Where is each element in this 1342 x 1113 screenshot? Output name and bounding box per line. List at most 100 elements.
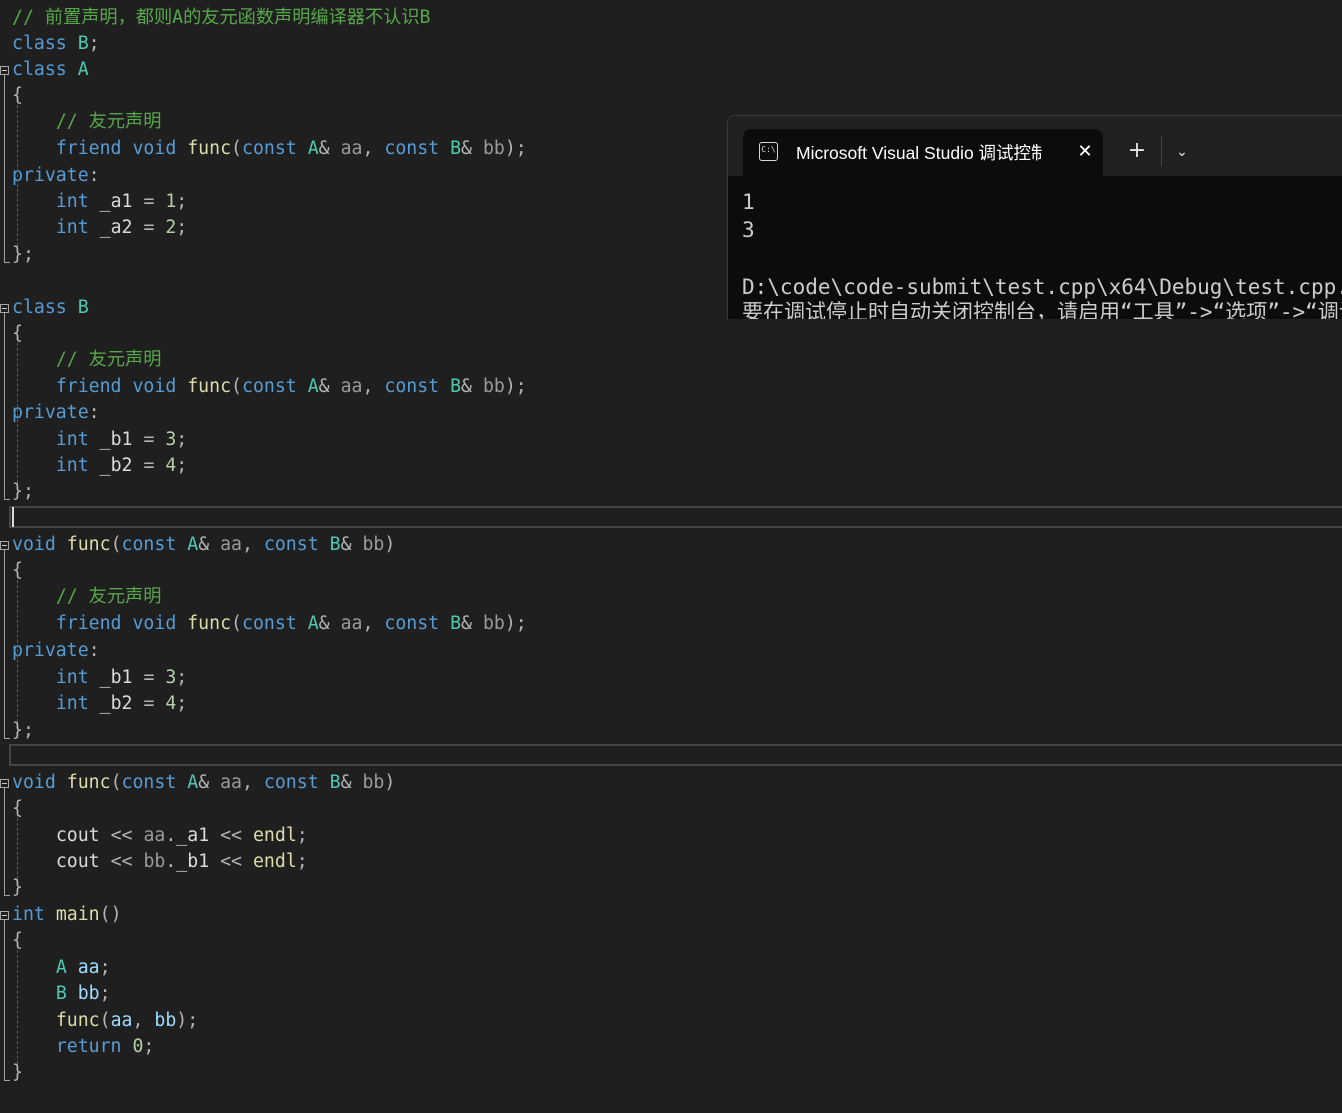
- code-line[interactable]: private:: [12, 638, 100, 664]
- close-icon[interactable]: ✕: [1073, 140, 1097, 164]
- code-token-kw: class: [12, 59, 67, 80]
- code-line[interactable]: class B;: [12, 31, 100, 57]
- collapse-icon[interactable]: [0, 66, 9, 75]
- code-line[interactable]: B bb;: [12, 981, 111, 1007]
- code-token-comment: // 友元声明: [55, 586, 162, 607]
- code-line[interactable]: int _a2 = 2;: [12, 215, 187, 241]
- code-line[interactable]: int _a1 = 1;: [12, 189, 187, 215]
- code-line[interactable]: cout << aa._a1 << endl;: [12, 823, 308, 849]
- code-line[interactable]: };: [12, 242, 34, 268]
- code-token-var: cout: [55, 851, 100, 872]
- code-token-punc: );: [504, 376, 527, 397]
- code-token-kw: const: [263, 534, 319, 555]
- console-titlebar[interactable]: C:\ Microsoft Visual Studio 调试控制台 ✕ + ⌄: [728, 116, 1342, 176]
- code-token-punc: ;: [99, 983, 111, 1004]
- code-token-punc: ;: [176, 429, 188, 450]
- code-line[interactable]: int _b1 = 3;: [12, 427, 187, 453]
- console-window[interactable]: C:\ Microsoft Visual Studio 调试控制台 ✕ + ⌄ …: [727, 115, 1342, 319]
- code-line[interactable]: return 0;: [12, 1034, 155, 1060]
- code-token-punc: (: [110, 534, 122, 555]
- code-line[interactable]: // 友元声明: [12, 347, 162, 373]
- code-line[interactable]: };: [12, 718, 34, 744]
- chevron-down-icon[interactable]: ⌄: [1170, 140, 1194, 164]
- code-token-kw: int: [55, 429, 89, 450]
- code-token-punc: (: [231, 376, 242, 397]
- code-token-type: A: [307, 138, 319, 159]
- code-token-punc: ,: [132, 1010, 144, 1031]
- code-token-param: bb: [482, 138, 505, 159]
- code-token-local: bb: [154, 1010, 177, 1031]
- code-line[interactable]: A aa;: [12, 955, 111, 981]
- code-token-punc: &: [198, 772, 210, 793]
- collapse-icon[interactable]: [0, 779, 9, 788]
- collapse-icon[interactable]: [0, 541, 9, 550]
- code-token-punc: &: [318, 376, 330, 397]
- code-token-type: A: [55, 957, 67, 978]
- code-line[interactable]: // 前置声明，都则A的友元函数声明编译器不认识B: [12, 5, 431, 31]
- code-line[interactable]: int _b2 = 4;: [12, 453, 187, 479]
- code-token-punc: ;: [296, 851, 308, 872]
- code-line[interactable]: };: [12, 479, 34, 505]
- code-token-punc: ;: [176, 217, 188, 238]
- code-line[interactable]: // 友元声明: [12, 584, 162, 610]
- code-line[interactable]: private:: [12, 400, 100, 426]
- code-token-num: 3: [165, 429, 177, 450]
- code-token-kw: const: [121, 534, 177, 555]
- code-token-op: =: [143, 191, 155, 212]
- code-token-kw: const: [263, 772, 319, 793]
- code-token-punc: ;: [88, 33, 100, 54]
- collapse-icon[interactable]: [0, 304, 9, 313]
- code-line[interactable]: class B: [12, 295, 89, 321]
- code-line[interactable]: friend void func(const A& aa, const B& b…: [12, 611, 527, 637]
- code-token-punc: &: [461, 138, 472, 159]
- code-token-field: _b2: [99, 455, 133, 476]
- code-token-punc: };: [12, 244, 34, 265]
- code-token-punc: );: [176, 1010, 199, 1031]
- code-line[interactable]: friend void func(const A& aa, const B& b…: [12, 136, 527, 162]
- code-line[interactable]: class A: [12, 57, 89, 83]
- code-token-kw: friend: [55, 138, 122, 159]
- code-line[interactable]: func(aa, bb);: [12, 1008, 198, 1034]
- outline-line: [4, 75, 5, 262]
- code-token-kw: return: [55, 1036, 122, 1057]
- code-token-kw: void: [132, 376, 177, 397]
- code-line[interactable]: void func(const A& aa, const B& bb): [12, 532, 395, 558]
- code-token-fn: endl: [252, 851, 297, 872]
- code-token-kw: private: [12, 640, 89, 661]
- code-line[interactable]: cout << bb._b1 << endl;: [12, 849, 308, 875]
- collapse-icon[interactable]: [0, 911, 9, 920]
- code-line[interactable]: friend void func(const A& aa, const B& b…: [12, 374, 527, 400]
- code-line[interactable]: int main(): [12, 902, 122, 928]
- code-line[interactable]: private:: [12, 163, 100, 189]
- code-line[interactable]: void func(const A& aa, const B& bb): [12, 770, 395, 796]
- code-token-type: A: [77, 59, 89, 80]
- console-output-line: 要在调试停止时自动关闭控制台，请启用“工具”->“选项”->“调试”->“调试停…: [742, 300, 1342, 319]
- code-token-punc: &: [340, 772, 352, 793]
- new-tab-button[interactable]: +: [1124, 138, 1150, 164]
- code-line[interactable]: int _b2 = 4;: [12, 691, 187, 717]
- code-token-kw: int: [55, 667, 89, 688]
- code-line[interactable]: int _b1 = 3;: [12, 665, 187, 691]
- code-line[interactable]: // 友元声明: [12, 109, 162, 135]
- code-token-kw: const: [242, 138, 297, 159]
- code-token-punc: ;: [176, 455, 188, 476]
- console-tab[interactable]: C:\ Microsoft Visual Studio 调试控制台 ✕: [743, 129, 1103, 176]
- code-token-punc: &: [318, 613, 330, 634]
- code-token-punc: );: [504, 613, 527, 634]
- outline-line: [4, 920, 5, 1080]
